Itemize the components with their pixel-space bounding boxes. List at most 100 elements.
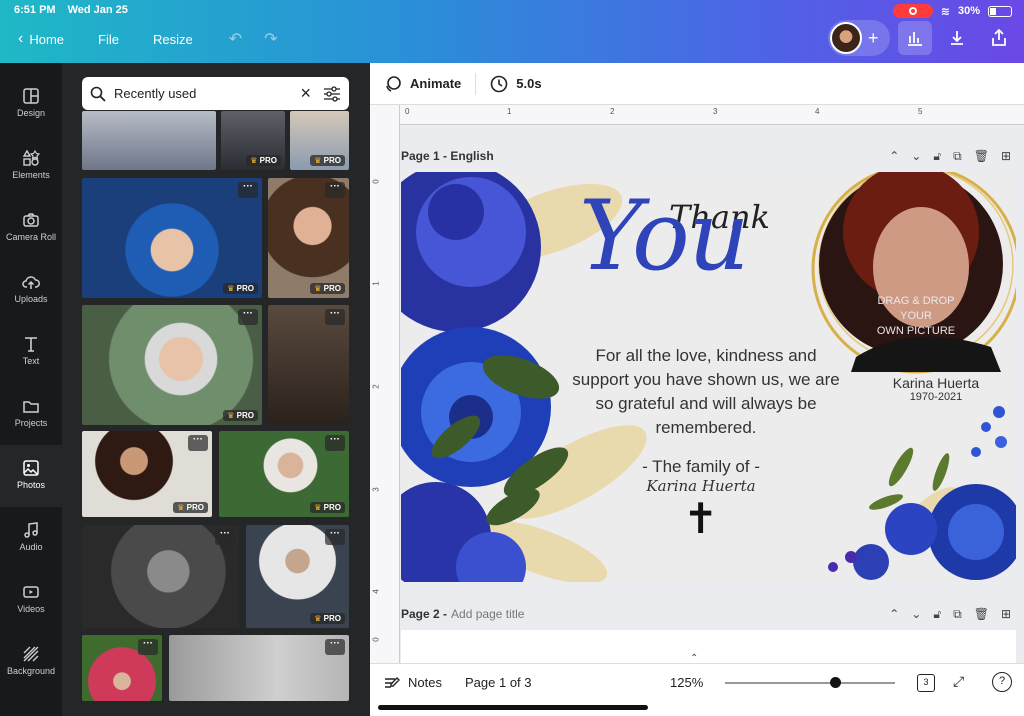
ruler-tick: 2 (371, 384, 381, 389)
notes-icon (385, 676, 400, 688)
page-1-header: Page 1 - English ⌃ ⌄ 🔓︎ ⧉ 🗑︎ ⊞ (401, 144, 1011, 168)
duplicate-icon[interactable]: ⧉ (953, 607, 962, 622)
duration-button[interactable]: 5.0s (490, 75, 542, 93)
sidebar-item-photos[interactable]: Photos (0, 445, 62, 507)
notes-button[interactable]: Notes (384, 675, 442, 690)
layout-icon (23, 88, 39, 104)
battery-icon (988, 5, 1012, 17)
more-options-button[interactable]: ··· (325, 182, 345, 198)
sidebar-item-projects[interactable]: Projects (0, 383, 62, 445)
photo-thumbnail[interactable]: ··· ♛ PRO (82, 178, 262, 298)
sidebar-item-uploads[interactable]: Uploads (0, 259, 62, 321)
page-indicator[interactable]: Page 1 of 3 (465, 675, 532, 690)
home-button[interactable]: Home (29, 32, 64, 47)
ruler-tick: 3 (713, 107, 718, 116)
page-actions: ⌃ ⌄ 🔓︎ ⧉ 🗑︎ ⊞ (889, 149, 1011, 164)
page-1-title[interactable]: Page 1 - English (401, 149, 494, 163)
resize-button[interactable]: Resize (153, 32, 193, 47)
design-card[interactable]: Thank You For all the love, kindness and… (401, 172, 1016, 582)
zoom-slider-handle[interactable] (830, 677, 841, 688)
more-options-button[interactable]: ··· (325, 435, 345, 451)
sidebar-item-text[interactable]: Text (0, 321, 62, 383)
chevron-up-icon[interactable]: ⌃ (889, 149, 899, 164)
more-options-button[interactable]: ··· (238, 309, 258, 325)
filter-sliders-icon[interactable] (323, 85, 341, 102)
more-options-button[interactable]: ··· (325, 529, 345, 545)
file-menu-button[interactable]: File (98, 32, 119, 47)
trash-icon[interactable]: 🗑︎ (974, 607, 989, 622)
insights-button[interactable] (898, 21, 932, 55)
add-page-icon[interactable]: ⊞ (1001, 149, 1011, 164)
page-2-header: Page 2 - Add page title ⌃ ⌄ 🔓︎ ⧉ 🗑︎ ⊞ (401, 602, 1011, 626)
home-indicator (378, 705, 648, 710)
search-input[interactable]: Recently used (114, 86, 300, 101)
share-button[interactable] (982, 21, 1016, 55)
top-bar: 6:51 PM Wed Jan 25 ≋ 30% ‹ Home File Res… (0, 0, 1024, 63)
sidebar-item-background[interactable]: Background (0, 631, 62, 693)
add-page-title-field[interactable]: Add page title (451, 607, 524, 621)
duplicate-icon[interactable]: ⧉ (953, 149, 962, 164)
lock-icon[interactable]: 🔓︎ (933, 149, 941, 164)
more-options-button[interactable]: ··· (138, 639, 158, 655)
redo-icon[interactable]: ↷ (264, 29, 277, 49)
photo-thumbnail[interactable]: ··· (169, 635, 349, 701)
more-options-button[interactable]: ··· (238, 182, 258, 198)
sidebar-item-videos[interactable]: Videos (0, 569, 62, 631)
status-date: Wed Jan 25 (67, 4, 128, 16)
editor-workspace: Animate 5.0s 0 1 2 3 4 5 0 1 2 3 4 0 Pag… (370, 63, 1024, 670)
chevron-down-icon[interactable]: ⌄ (911, 607, 921, 622)
clock-icon (490, 75, 508, 92)
camera-icon (23, 213, 39, 227)
photo-thumbnail[interactable]: ··· ♛ PRO (82, 431, 212, 517)
photo-thumbnail[interactable]: ♛ PRO (290, 111, 349, 170)
share-icon (992, 29, 1006, 46)
sidebar-item-label: Background (6, 666, 56, 676)
clear-search-icon[interactable]: × (300, 83, 311, 104)
photo-thumbnail[interactable]: ··· (268, 305, 349, 425)
chevron-up-icon[interactable]: ⌃ (889, 607, 899, 622)
pattern-icon (23, 646, 39, 662)
search-bar[interactable]: Recently used × (82, 77, 349, 110)
deceased-name: Karina Huerta (892, 375, 980, 391)
sidebar-item-elements[interactable]: Elements (0, 135, 62, 197)
sidebar-item-camera-roll[interactable]: Camera Roll (0, 197, 62, 259)
bar-chart-icon (908, 32, 922, 46)
photo-thumbnail[interactable] (82, 111, 216, 170)
status-right: ≋ 30% (892, 4, 1012, 18)
more-options-button[interactable]: ··· (215, 529, 235, 545)
sidebar-item-design[interactable]: Design (0, 73, 62, 135)
zoom-level[interactable]: 125% (670, 675, 703, 690)
lock-icon[interactable]: 🔓︎ (933, 607, 941, 622)
photo-thumbnail[interactable]: ··· ♛ PRO (246, 525, 349, 628)
help-button[interactable]: ? (992, 672, 1012, 692)
animate-button[interactable]: Animate (384, 75, 461, 93)
photo-thumbnail[interactable]: ··· (82, 525, 239, 628)
pro-badge: ♛ PRO (223, 283, 258, 294)
top-nav: ‹ Home File Resize ↶ ↷ (0, 22, 278, 56)
trash-icon[interactable]: 🗑︎ (974, 149, 989, 164)
page-count-button[interactable]: 3 (917, 674, 935, 692)
family-name: Karina Huerta (646, 477, 756, 495)
fullscreen-icon[interactable]: ⤢ (953, 673, 964, 690)
undo-icon[interactable]: ↶ (229, 29, 242, 49)
collaborators-button[interactable]: + (828, 20, 890, 56)
photo-thumbnail[interactable]: ··· ♛ PRO (219, 431, 349, 517)
zoom-slider[interactable] (725, 677, 895, 688)
back-chevron-icon[interactable]: ‹ (18, 30, 23, 48)
animate-icon (386, 75, 401, 92)
download-button[interactable] (940, 21, 974, 55)
photo-thumbnail[interactable]: ··· (82, 635, 162, 701)
more-options-button[interactable]: ··· (325, 309, 345, 325)
chevron-down-icon[interactable]: ⌄ (911, 149, 921, 164)
photo-thumbnail[interactable]: ♛ PRO (221, 111, 285, 170)
sidebar-item-label: Design (16, 108, 45, 118)
photo-thumbnail[interactable]: ··· ♛ PRO (82, 305, 262, 425)
screen-record-icon (892, 4, 933, 18)
more-options-button[interactable]: ··· (188, 435, 208, 451)
more-options-button[interactable]: ··· (325, 639, 345, 655)
photo-thumbnail[interactable]: ··· ♛ PRO (268, 178, 349, 298)
cross-icon: ✝ (683, 495, 719, 542)
sidebar-item-audio[interactable]: Audio (0, 507, 62, 569)
add-page-icon[interactable]: ⊞ (1001, 607, 1011, 622)
page-2-title: Page 2 - (401, 607, 448, 621)
